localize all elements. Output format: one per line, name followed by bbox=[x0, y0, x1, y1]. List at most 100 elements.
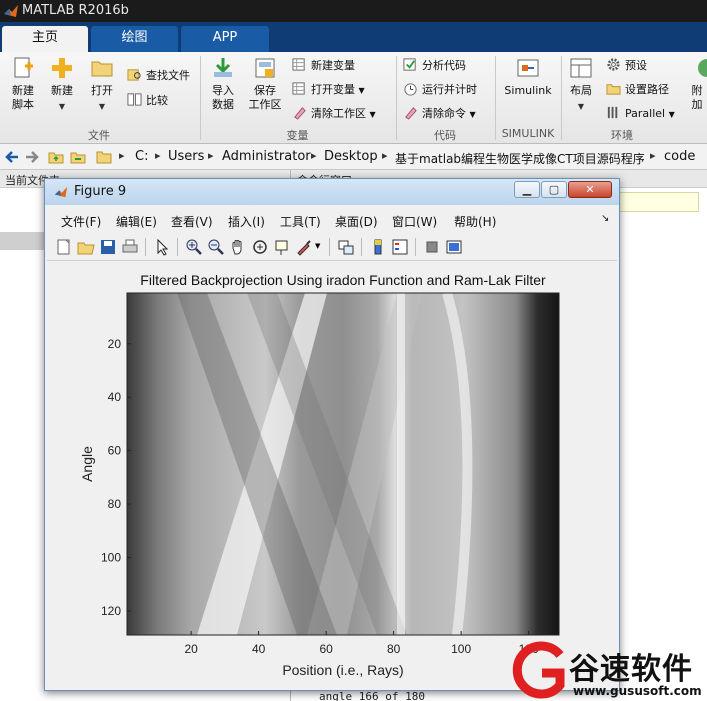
chart: Filtered Backprojection Using iradon Fun… bbox=[79, 272, 560, 678]
breadcrumb-item[interactable]: Administrator bbox=[222, 149, 311, 164]
rotate-3d-icon[interactable] bbox=[251, 238, 269, 256]
breadcrumb-separator-icon: ▸ bbox=[650, 149, 656, 162]
figure-window: Figure 9 ▁ ▢ ✕ 文件(F) 编辑(E) 查看(V) 插入(I) 工… bbox=[44, 178, 620, 691]
clear-commands-icon bbox=[405, 107, 417, 120]
save-workspace-label-1: 保存 bbox=[254, 84, 276, 97]
toolbar-divider bbox=[329, 238, 330, 256]
pointer-arrow-icon[interactable] bbox=[153, 238, 171, 256]
chart-title: Filtered Backprojection Using iradon Fun… bbox=[140, 272, 546, 288]
layout-label: 布局 bbox=[570, 84, 592, 97]
zoom-out-icon[interactable] bbox=[207, 238, 225, 256]
hide-plot-tools-icon[interactable] bbox=[423, 238, 441, 256]
analyze-code-button[interactable]: 分析代码 bbox=[403, 56, 466, 76]
heatmap-bright-vertical-band bbox=[397, 293, 405, 635]
new-variable-label: 新建变量 bbox=[311, 59, 355, 72]
brush-icon[interactable] bbox=[295, 238, 313, 256]
preferences-button[interactable]: 预设 bbox=[606, 56, 647, 76]
menu-help[interactable]: 帮助(H) bbox=[454, 213, 496, 230]
menu-file[interactable]: 文件(F) bbox=[61, 213, 101, 230]
tab-plots[interactable]: 绘图 bbox=[91, 26, 178, 52]
open-variable-button[interactable]: 打开变量 ▼ bbox=[292, 80, 365, 100]
back-arrow-icon[interactable] bbox=[4, 149, 20, 165]
toolbar-divider bbox=[361, 238, 362, 256]
figure-title-bar[interactable]: Figure 9 ▁ ▢ ✕ bbox=[45, 179, 619, 205]
legend-icon[interactable] bbox=[391, 238, 409, 256]
new-figure-icon[interactable] bbox=[55, 238, 73, 256]
minimize-button[interactable]: ▁ bbox=[514, 181, 540, 198]
forward-arrow-icon[interactable] bbox=[24, 149, 40, 165]
y-tick-label: 80 bbox=[108, 497, 122, 511]
tab-home[interactable]: 主页 bbox=[2, 26, 88, 52]
menu-desktop[interactable]: 桌面(D) bbox=[335, 213, 378, 230]
open-button[interactable]: 打开 ▼ bbox=[84, 56, 120, 114]
browse-folder-icon[interactable] bbox=[70, 149, 86, 165]
group-label-variable: 变量 bbox=[286, 129, 309, 142]
heatmap-image bbox=[127, 293, 559, 635]
simulink-button[interactable]: Simulink bbox=[500, 56, 556, 98]
x-tick-label: 20 bbox=[184, 642, 198, 656]
layout-button[interactable]: 布局 ▼ bbox=[565, 56, 597, 114]
addons-label: 附加 bbox=[691, 84, 703, 111]
save-icon[interactable] bbox=[99, 238, 117, 256]
compare-icon bbox=[127, 93, 142, 106]
data-cursor-icon[interactable] bbox=[273, 238, 291, 256]
run-and-time-button[interactable]: 运行并计时 bbox=[403, 80, 477, 100]
clear-commands-button[interactable]: 清除命令 ▼ bbox=[403, 104, 476, 124]
clear-workspace-label: 清除工作区 bbox=[311, 107, 366, 120]
addons-button[interactable]: 附加 bbox=[687, 56, 707, 112]
menu-insert[interactable]: 插入(I) bbox=[228, 213, 265, 230]
breadcrumb-item[interactable]: C: bbox=[135, 149, 148, 164]
addons-icon bbox=[698, 59, 707, 77]
print-icon[interactable] bbox=[121, 238, 139, 256]
y-tick-label: 100 bbox=[101, 551, 121, 565]
menu-tools[interactable]: 工具(T) bbox=[280, 213, 321, 230]
close-button[interactable]: ✕ bbox=[568, 181, 612, 198]
link-plot-icon[interactable] bbox=[337, 238, 355, 256]
compare-label: 比较 bbox=[146, 94, 168, 107]
import-data-label-2: 数据 bbox=[212, 98, 234, 111]
toolbar-divider bbox=[415, 238, 416, 256]
analyze-code-label: 分析代码 bbox=[422, 59, 466, 72]
colorbar-icon[interactable] bbox=[369, 238, 387, 256]
parallel-icon bbox=[607, 106, 618, 119]
maximize-button[interactable]: ▢ bbox=[541, 181, 567, 198]
open-file-icon[interactable] bbox=[77, 238, 95, 256]
new-script-button[interactable]: 新建 脚本 bbox=[6, 56, 40, 112]
up-folder-icon[interactable] bbox=[48, 149, 64, 165]
breadcrumb-item[interactable]: Desktop bbox=[324, 149, 378, 164]
brush-dropdown-chevron-down-icon[interactable]: ▼ bbox=[315, 242, 320, 250]
find-files-button[interactable]: 查找文件 bbox=[127, 66, 190, 86]
clear-workspace-button[interactable]: 清除工作区 ▼ bbox=[292, 104, 376, 124]
find-files-label: 查找文件 bbox=[146, 69, 190, 82]
simulink-icon bbox=[517, 59, 539, 77]
menu-window[interactable]: 窗口(W) bbox=[392, 213, 437, 230]
open-label: 打开 bbox=[91, 84, 113, 97]
group-label-simulink: SIMULINK bbox=[501, 127, 555, 140]
y-axis: 20 40 60 80 100 120 bbox=[101, 337, 131, 618]
breadcrumb-item[interactable]: Users bbox=[168, 149, 204, 164]
x-axis-label: Position (i.e., Rays) bbox=[282, 662, 403, 678]
tab-apps[interactable]: APP bbox=[181, 26, 269, 52]
menu-view[interactable]: 查看(V) bbox=[171, 213, 213, 230]
analyze-code-icon bbox=[403, 58, 416, 71]
breadcrumb-item[interactable]: 基于matlab编程生物医学成像CT项目源码程序 bbox=[395, 150, 645, 167]
set-path-button[interactable]: 设置路径 bbox=[606, 80, 669, 100]
y-tick-label: 20 bbox=[108, 337, 122, 351]
simulink-label: Simulink bbox=[504, 84, 552, 97]
menu-edit[interactable]: 编辑(E) bbox=[116, 213, 157, 230]
new-button[interactable]: 新建 ▼ bbox=[44, 56, 80, 114]
import-data-button[interactable]: 导入 数据 bbox=[206, 56, 240, 112]
new-label: 新建 bbox=[51, 84, 73, 97]
save-workspace-button[interactable]: 保存 工作区 bbox=[246, 56, 284, 112]
save-workspace-icon bbox=[255, 58, 275, 78]
breadcrumb-item[interactable]: code bbox=[664, 149, 695, 164]
zoom-in-icon[interactable] bbox=[185, 238, 203, 256]
menu-dock-arrow-icon[interactable]: ↘ bbox=[601, 213, 609, 224]
new-variable-button[interactable]: 新建变量 bbox=[292, 56, 355, 76]
compare-button[interactable]: 比较 bbox=[127, 91, 168, 111]
chevron-down-icon: ▼ bbox=[577, 102, 585, 111]
show-plot-tools-icon[interactable] bbox=[445, 238, 463, 256]
y-tick-label: 40 bbox=[108, 390, 122, 404]
pan-hand-icon[interactable] bbox=[229, 238, 247, 256]
parallel-button[interactable]: Parallel ▼ bbox=[606, 104, 675, 124]
